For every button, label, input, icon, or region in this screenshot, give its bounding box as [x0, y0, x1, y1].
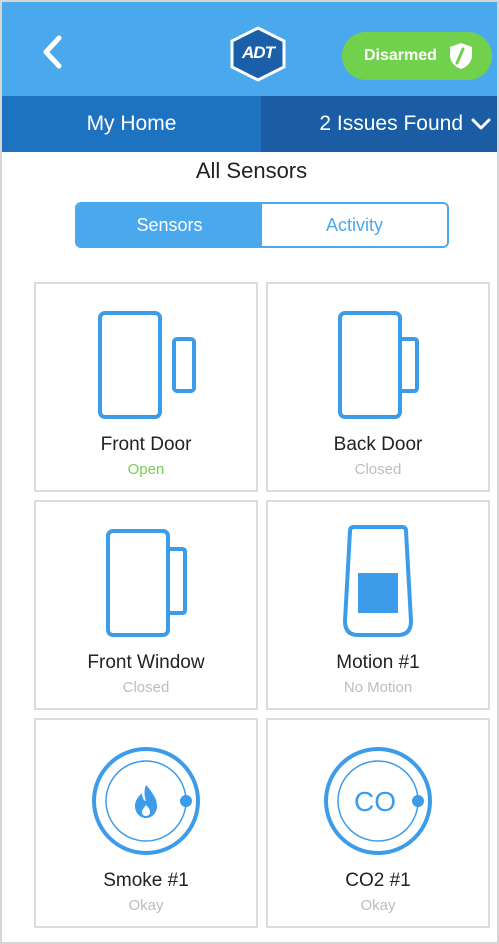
sensor-name: CO2 #1: [345, 870, 411, 891]
tab-my-home[interactable]: My Home: [2, 96, 261, 152]
page-title: All Sensors: [195, 158, 308, 183]
shield-icon: [450, 43, 472, 69]
sub-navigation: My Home 2 Issues Found: [2, 96, 497, 152]
my-home-label: My Home: [86, 112, 177, 135]
sensor-card-front-window[interactable]: Front Window Closed: [34, 500, 258, 710]
issues-dropdown[interactable]: 2 Issues Found: [261, 96, 497, 152]
sensor-card-back-door[interactable]: Back Door Closed: [266, 282, 490, 492]
sensor-state: No Motion: [343, 679, 413, 696]
view-toggle: Sensors Activity: [75, 202, 449, 248]
window-sensor-icon: [106, 529, 187, 637]
chevron-left-icon: [43, 35, 62, 69]
sensor-name: Front Door: [100, 434, 192, 455]
door-sensor-icon: [338, 311, 419, 419]
sensor-name: Front Window: [87, 652, 205, 673]
co-icon-text: CO: [354, 786, 396, 817]
sensor-state: Closed: [354, 461, 402, 478]
tab-sensors[interactable]: Sensors: [77, 204, 262, 246]
sensor-card-co2-1[interactable]: CO CO2 #1 Okay: [266, 718, 490, 928]
back-button[interactable]: [32, 30, 72, 74]
sensor-state: Okay: [360, 897, 396, 914]
co-detector-icon: CO: [324, 747, 432, 855]
logo-text: ADT: [242, 43, 275, 62]
sensor-card-smoke-1[interactable]: Smoke #1 Okay: [34, 718, 258, 928]
sensor-state: Okay: [128, 897, 164, 914]
arm-status-button[interactable]: Disarmed: [342, 32, 492, 80]
sensor-state: Open: [127, 461, 165, 478]
sensor-name: Smoke #1: [103, 870, 189, 891]
chevron-down-icon: [471, 118, 491, 130]
issues-label: 2 Issues Found: [319, 112, 463, 135]
sensor-state: Closed: [122, 679, 170, 696]
app-screen: ADT Disarmed My Home 2 Issues Found All …: [0, 0, 499, 944]
sensor-card-front-door[interactable]: Front Door Open: [34, 282, 258, 492]
tab-activity[interactable]: Activity: [262, 204, 447, 246]
sensor-card-motion-1[interactable]: Motion #1 No Motion: [266, 500, 490, 710]
motion-sensor-icon: [342, 525, 414, 637]
door-sensor-icon: [98, 311, 196, 419]
adt-logo: ADT: [226, 26, 290, 82]
sensor-name: Motion #1: [336, 652, 420, 673]
top-bar: ADT Disarmed: [2, 2, 497, 96]
smoke-detector-icon: [92, 747, 200, 855]
arm-status-label: Disarmed: [364, 47, 437, 64]
sensor-name: Back Door: [333, 434, 423, 455]
